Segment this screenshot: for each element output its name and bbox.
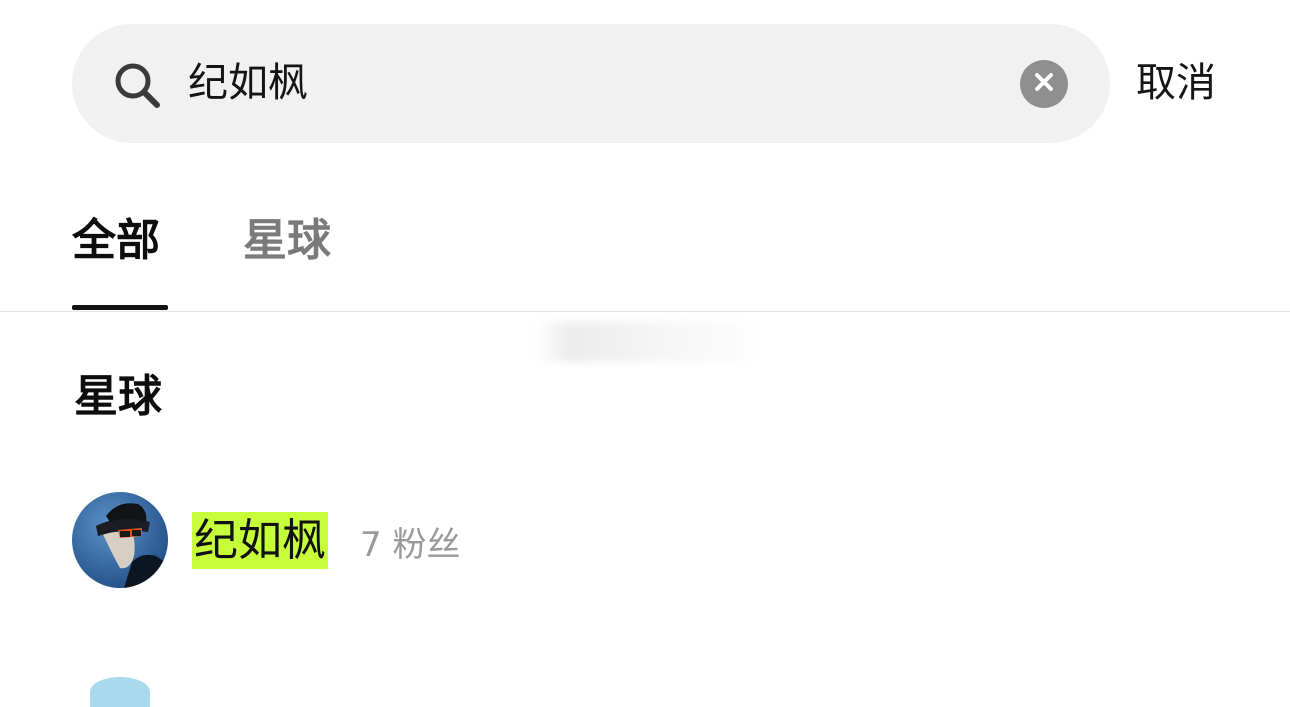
- tab-planet[interactable]: 星球: [243, 213, 331, 269]
- section-title: 星球: [74, 371, 162, 422]
- active-tab-indicator: [72, 305, 168, 310]
- avatar[interactable]: [90, 677, 150, 707]
- search-input[interactable]: 纪如枫: [188, 58, 308, 108]
- close-icon: [1033, 71, 1055, 97]
- avatar[interactable]: [72, 492, 168, 588]
- cancel-button[interactable]: 取消: [1136, 58, 1216, 108]
- follower-count: 7 粉丝: [360, 525, 461, 565]
- tab-all[interactable]: 全部: [72, 213, 160, 269]
- result-name[interactable]: 纪如枫: [192, 512, 328, 569]
- tabs-divider: [0, 311, 1290, 312]
- clear-search-button[interactable]: [1020, 60, 1068, 108]
- search-icon: [112, 60, 162, 110]
- loading-placeholder: [536, 322, 758, 362]
